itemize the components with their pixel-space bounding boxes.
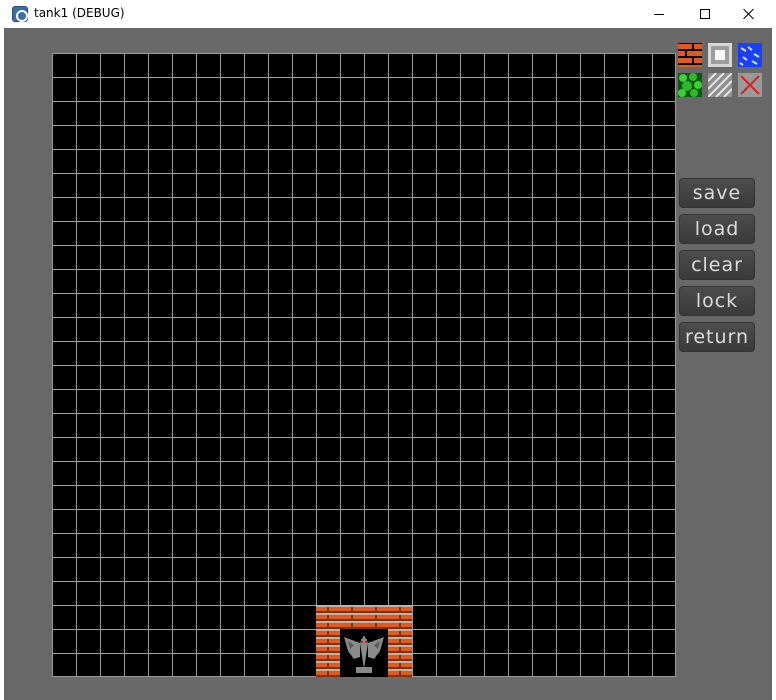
water-icon[interactable] <box>738 43 762 67</box>
app-window: tank1 (DEBUG) save load clear lock retur… <box>0 0 776 700</box>
minimize-icon <box>654 13 664 15</box>
godot-engine-icon <box>12 6 28 22</box>
erase-icon[interactable] <box>738 73 762 97</box>
brick-tile[interactable] <box>388 629 412 653</box>
save-button[interactable]: save <box>679 178 755 208</box>
brick-tile[interactable] <box>340 605 364 629</box>
title-bar[interactable]: tank1 (DEBUG) <box>0 0 776 28</box>
brick-tile[interactable] <box>316 653 340 677</box>
clear-button[interactable]: clear <box>679 250 755 280</box>
brick-tile[interactable] <box>388 605 412 629</box>
brick-tile[interactable] <box>388 653 412 677</box>
brick-tile[interactable] <box>316 605 340 629</box>
window-title: tank1 (DEBUG) <box>34 6 125 20</box>
lock-button[interactable]: lock <box>679 286 755 316</box>
ice-icon[interactable] <box>707 72 733 98</box>
maximize-button[interactable] <box>682 0 728 28</box>
forest-icon[interactable] <box>678 73 702 97</box>
load-button[interactable]: load <box>679 214 755 244</box>
return-button[interactable]: return <box>679 322 755 352</box>
close-button[interactable] <box>726 0 772 28</box>
eagle-base-icon <box>340 629 388 677</box>
brick-wall-icon[interactable] <box>678 43 702 67</box>
brick-tile[interactable] <box>364 605 388 629</box>
minimize-button[interactable] <box>636 0 682 28</box>
maximize-icon <box>700 9 710 19</box>
brick-tile[interactable] <box>316 629 340 653</box>
map-grid[interactable] <box>52 53 676 677</box>
editor-panel: save load clear lock return <box>4 28 772 700</box>
steel-wall-icon[interactable] <box>708 43 732 67</box>
close-icon <box>743 8 755 20</box>
